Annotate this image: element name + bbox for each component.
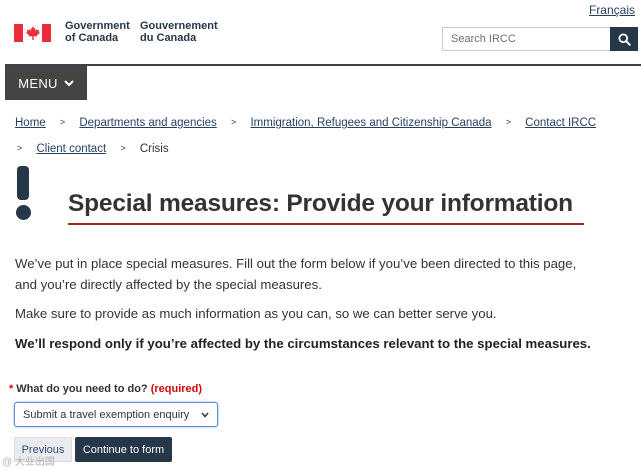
intro-paragraph: We’ve put in place special measures. Fil… bbox=[15, 253, 576, 295]
info-paragraph: Make sure to provide as much information… bbox=[15, 306, 497, 321]
question-label: * What do you need to do? (required) bbox=[9, 383, 202, 395]
menu-label: MENU bbox=[18, 75, 58, 91]
question-text: What do you need to do? bbox=[16, 383, 148, 395]
canada-flag-logo[interactable] bbox=[14, 24, 51, 42]
header-divider bbox=[5, 64, 641, 66]
intro-line-1: We’ve put in place special measures. Fil… bbox=[15, 256, 577, 271]
breadcrumb-separator: > bbox=[59, 117, 66, 127]
search-bar: Search IRCC bbox=[442, 27, 638, 51]
search-button[interactable] bbox=[610, 27, 638, 51]
breadcrumb: Home > Departments and agencies > Immigr… bbox=[15, 117, 596, 129]
chevron-down-icon bbox=[64, 79, 74, 86]
breadcrumb-current: Crisis bbox=[139, 143, 169, 155]
breadcrumb-separator: > bbox=[231, 117, 237, 127]
continue-to-form-button[interactable]: Continue to form bbox=[75, 437, 172, 462]
gov-fr-line1: Gouvernement bbox=[140, 20, 218, 32]
language-toggle-link[interactable]: Français bbox=[589, 3, 635, 17]
breadcrumb-client-contact[interactable]: Client contact bbox=[36, 143, 106, 155]
select-value: Submit a travel exemption enquiry bbox=[23, 408, 190, 421]
search-input[interactable]: Search IRCC bbox=[442, 27, 610, 51]
title-underline bbox=[68, 223, 584, 225]
gov-fr-line2: du Canada bbox=[140, 31, 197, 44]
maple-leaf-icon bbox=[25, 26, 40, 40]
gov-en-line1: Government bbox=[65, 20, 130, 32]
government-of-canada-wordmark-en: Government of Canada bbox=[65, 20, 130, 44]
breadcrumb-separator: > bbox=[17, 143, 23, 153]
required-marker: * bbox=[9, 383, 14, 395]
government-of-canada-wordmark-fr: Gouvernement du Canada bbox=[140, 20, 218, 44]
breadcrumb-separator: > bbox=[505, 117, 511, 127]
breadcrumb-departments[interactable]: Departments and agencies bbox=[79, 117, 216, 129]
gov-en-line2: of Canada bbox=[65, 31, 119, 44]
required-text: (required) bbox=[150, 383, 203, 395]
breadcrumb-home[interactable]: Home bbox=[15, 117, 46, 129]
search-icon bbox=[617, 32, 631, 46]
intro-line-2: and you’re directly affected by the spec… bbox=[15, 277, 322, 292]
notice-paragraph: We’ll respond only if you’re affected by… bbox=[15, 336, 591, 351]
breadcrumb-contact-ircc[interactable]: Contact IRCC bbox=[525, 117, 596, 129]
watermark: @ 大业出国 bbox=[2, 457, 55, 468]
breadcrumb-row-2: > Client contact > Crisis bbox=[15, 143, 169, 155]
select-chevron-icon bbox=[201, 412, 209, 418]
breadcrumb-separator: > bbox=[120, 143, 126, 153]
breadcrumb-ircc[interactable]: Immigration, Refugees and Citizenship Ca… bbox=[250, 117, 491, 129]
action-select[interactable]: Submit a travel exemption enquiry bbox=[14, 402, 218, 427]
menu-button[interactable]: MENU bbox=[5, 66, 87, 100]
alert-icon bbox=[15, 166, 33, 220]
page-title: Special measures: Provide your informati… bbox=[68, 190, 573, 217]
